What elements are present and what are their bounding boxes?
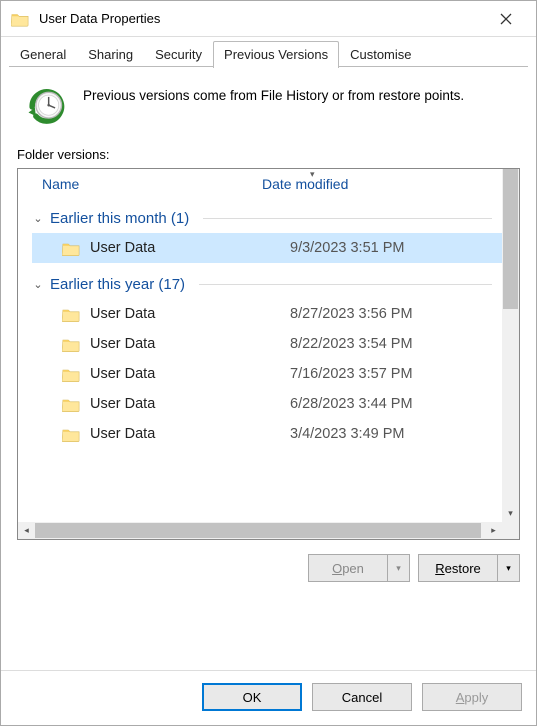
version-item[interactable]: User Data9/3/2023 3:51 PM <box>32 233 502 263</box>
chevron-down-icon: ⌄ <box>32 212 44 225</box>
vertical-scrollbar[interactable]: ▾ <box>502 169 519 522</box>
version-item[interactable]: User Data6/28/2023 3:44 PM <box>32 389 502 419</box>
restore-split-button[interactable]: Restore ▾ <box>418 554 520 582</box>
list-header: Name Date modified ▾ <box>18 169 502 199</box>
chevron-down-icon: ⌄ <box>32 278 44 291</box>
folder-versions-label: Folder versions: <box>17 147 520 162</box>
folder-icon <box>62 367 80 382</box>
group-header[interactable]: ⌄ Earlier this month (1) <box>32 207 502 233</box>
ok-button[interactable]: OK <box>202 683 302 711</box>
item-name: User Data <box>90 240 290 256</box>
apply-button[interactable]: Apply <box>422 683 522 711</box>
group-label: Earlier this year (17) <box>50 276 185 293</box>
close-icon <box>500 13 512 25</box>
tab-general[interactable]: General <box>9 41 77 67</box>
action-button-row: Open ▾ Restore ▾ <box>17 554 520 582</box>
version-item[interactable]: User Data8/27/2023 3:56 PM <box>32 299 502 329</box>
vertical-scroll-thumb[interactable] <box>503 169 518 309</box>
group-label: Earlier this month (1) <box>50 210 189 227</box>
group-rule <box>199 284 492 285</box>
sort-indicator-icon: ▾ <box>310 169 315 180</box>
item-date: 7/16/2023 3:57 PM <box>290 366 413 382</box>
item-name: User Data <box>90 396 290 412</box>
column-header-name[interactable]: Name <box>36 176 262 192</box>
group-rule <box>203 218 492 219</box>
horizontal-scroll-track[interactable] <box>35 522 485 539</box>
title-bar: User Data Properties <box>1 1 536 37</box>
scroll-down-arrow-icon[interactable]: ▾ <box>502 505 519 522</box>
intro-text: Previous versions come from File History… <box>83 85 464 129</box>
window-title: User Data Properties <box>39 11 484 26</box>
tab-strip: General Sharing Security Previous Versio… <box>1 37 536 67</box>
dialog-button-row: OK Cancel Apply <box>1 670 536 725</box>
intro-row: Previous versions come from File History… <box>17 85 520 129</box>
folder-icon <box>62 241 80 256</box>
tab-previous-versions[interactable]: Previous Versions <box>213 41 339 68</box>
open-dropdown-button[interactable]: ▾ <box>388 554 410 582</box>
open-split-button[interactable]: Open ▾ <box>308 554 410 582</box>
column-header-date-text: Date modified <box>262 176 348 192</box>
item-date: 3/4/2023 3:49 PM <box>290 426 404 442</box>
tab-security[interactable]: Security <box>144 41 213 67</box>
scroll-right-arrow-icon[interactable]: ▸ <box>485 522 502 539</box>
close-button[interactable] <box>484 3 528 35</box>
folder-versions-list[interactable]: Name Date modified ▾ ⌄ Earlier this month… <box>17 168 520 540</box>
version-item[interactable]: User Data8/22/2023 3:54 PM <box>32 329 502 359</box>
scroll-left-arrow-icon[interactable]: ◂ <box>18 522 35 539</box>
item-date: 8/22/2023 3:54 PM <box>290 336 413 352</box>
folder-icon <box>62 307 80 322</box>
folder-icon <box>11 11 29 27</box>
version-item[interactable]: User Data7/16/2023 3:57 PM <box>32 359 502 389</box>
item-name: User Data <box>90 426 290 442</box>
folder-icon <box>62 397 80 412</box>
item-date: 9/3/2023 3:51 PM <box>290 240 404 256</box>
group-header[interactable]: ⌄ Earlier this year (17) <box>32 273 502 299</box>
item-name: User Data <box>90 306 290 322</box>
folder-icon <box>62 337 80 352</box>
open-button[interactable]: Open <box>308 554 388 582</box>
item-name: User Data <box>90 336 290 352</box>
column-header-date[interactable]: Date modified ▾ <box>262 176 502 192</box>
restore-clock-icon <box>23 85 67 129</box>
tab-content-previous-versions: Previous versions come from File History… <box>1 67 536 670</box>
version-group: ⌄Earlier this year (17)User Data8/27/202… <box>18 265 502 451</box>
version-item[interactable]: User Data3/4/2023 3:49 PM <box>32 419 502 449</box>
item-date: 6/28/2023 3:44 PM <box>290 396 413 412</box>
scrollbar-corner <box>502 522 519 539</box>
item-date: 8/27/2023 3:56 PM <box>290 306 413 322</box>
tab-sharing[interactable]: Sharing <box>77 41 144 67</box>
horizontal-scroll-thumb[interactable] <box>35 523 481 538</box>
restore-dropdown-button[interactable]: ▾ <box>498 554 520 582</box>
tab-customise[interactable]: Customise <box>339 41 422 67</box>
list-body: ⌄Earlier this month (1)User Data9/3/2023… <box>18 199 502 539</box>
cancel-button[interactable]: Cancel <box>312 683 412 711</box>
restore-button[interactable]: Restore <box>418 554 498 582</box>
version-group: ⌄ Earlier this month (1) User Data9/3/2023… <box>18 199 502 265</box>
folder-icon <box>62 427 80 442</box>
horizontal-scrollbar[interactable]: ◂ ▸ <box>18 522 502 539</box>
item-name: User Data <box>90 366 290 382</box>
